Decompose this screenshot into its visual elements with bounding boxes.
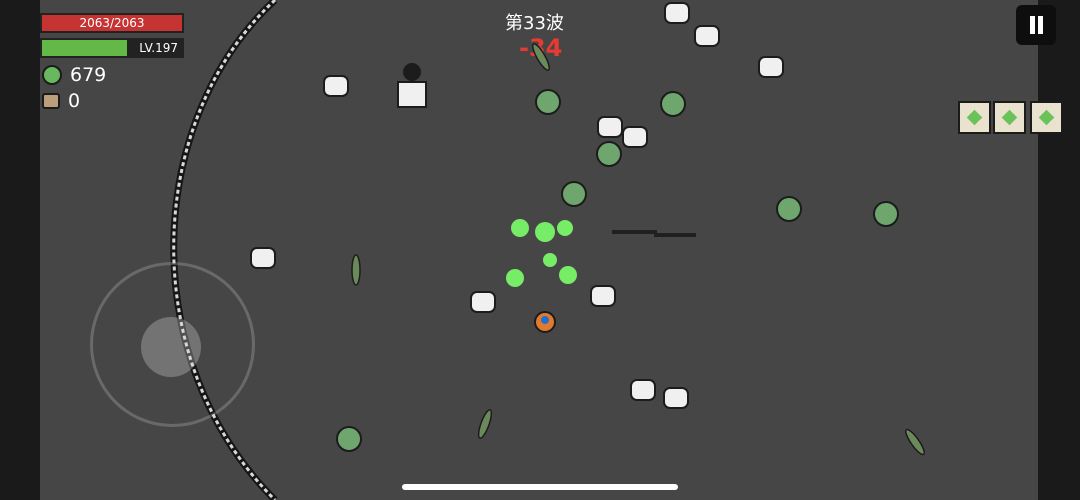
energy-projectiles [506,219,577,287]
cyclops-enemy [336,89,899,452]
game-arena: 2063/2063 LV.197 679 0 第33波 -34 [0,0,1080,500]
entities-layer [250,2,925,456]
medic-robot [250,2,784,409]
player-character [534,311,556,333]
ghost-enemy [397,63,427,108]
home-indicator [402,484,678,490]
